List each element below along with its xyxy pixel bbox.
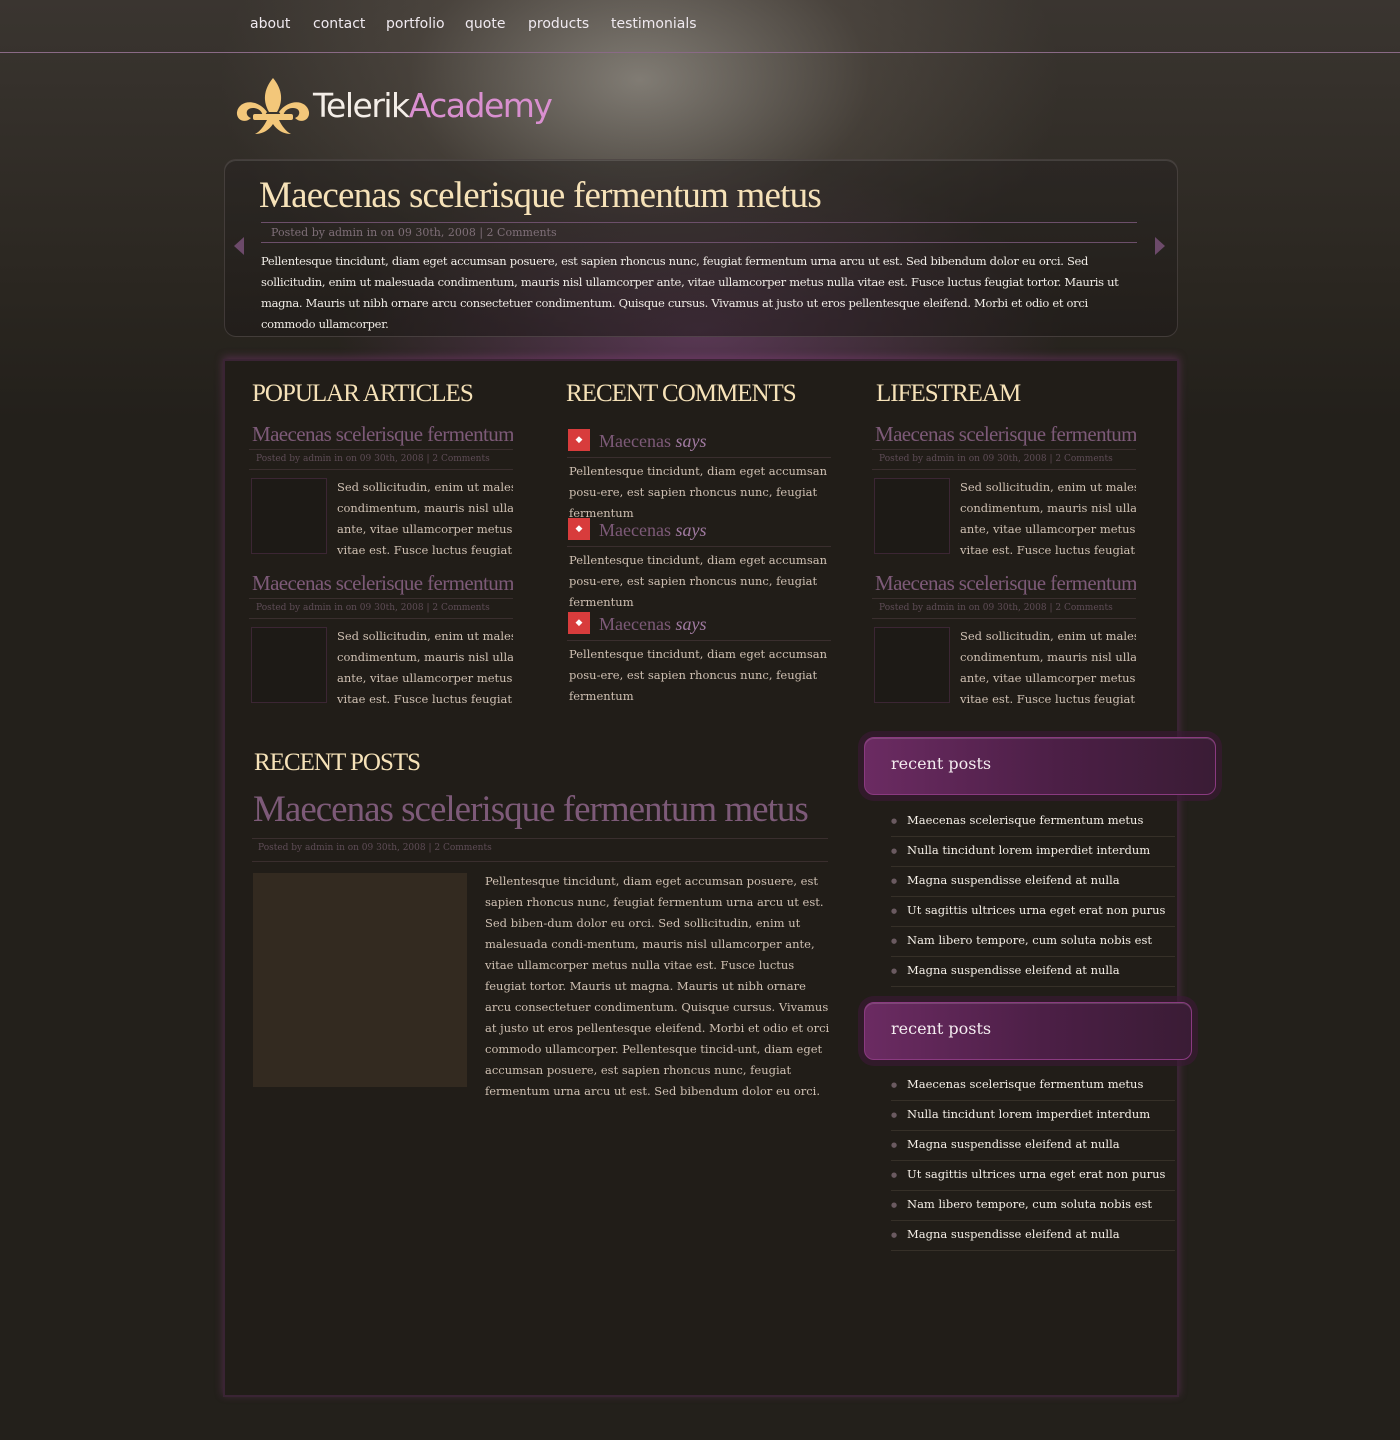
article-thumbnail[interactable] (874, 478, 950, 554)
widget-header: recent posts (864, 1002, 1192, 1060)
article-title[interactable]: Maecenas scelerisque fermentum metus (875, 422, 1136, 447)
article-excerpt: Sed sollicitudin, enim ut malesuada cond… (960, 629, 1136, 706)
widget-header: recent posts (864, 737, 1216, 795)
featured-body: Pellentesque tincidunt, diam eget accums… (261, 254, 1119, 331)
article-item: Maecenas scelerisque fermentum metus Pos… (249, 571, 513, 720)
slider-prev-icon[interactable] (234, 237, 244, 255)
recent-post-image[interactable] (253, 873, 467, 1087)
bullet-icon: ● (891, 817, 898, 825)
article-title[interactable]: Maecenas scelerisque fermentum metus (875, 571, 1136, 596)
lifestream-heading: LIFESTREAM (876, 380, 1021, 407)
bullet-icon: ● (891, 847, 898, 855)
recent-comments-heading: RECENT COMMENTS (566, 380, 797, 407)
fleur-de-lis-icon (236, 78, 310, 134)
article-excerpt: Sed sollicitudin, enim ut malesuada cond… (337, 480, 513, 557)
article-excerpt: Sed sollicitudin, enim ut malesuada cond… (960, 480, 1136, 557)
lifestream-list: Maecenas scelerisque fermentum metus Pos… (872, 422, 1136, 720)
list-item[interactable]: ● Magna suspendisse eleifend at nulla (891, 957, 1175, 987)
nav-contact[interactable]: contact (313, 16, 365, 32)
slider-next-icon[interactable] (1155, 237, 1165, 255)
article-item: Maecenas scelerisque fermentum metus Pos… (249, 422, 513, 571)
article-thumbnail[interactable] (874, 627, 950, 703)
popular-articles-heading: POPULAR ARTICLES (252, 380, 474, 407)
comment-author[interactable]: Maecenas says (599, 431, 706, 452)
comment-icon: ◆ (568, 429, 590, 451)
recent-post-title[interactable]: Maecenas scelerisque fermentum metus (253, 788, 809, 831)
bullet-icon: ● (891, 937, 898, 945)
bullet-icon: ● (891, 907, 898, 915)
article-meta: Posted by admin in on 09 30th, 2008 | 2 … (879, 454, 1113, 464)
nav-about[interactable]: about (250, 16, 290, 32)
widget-list: ● Maecenas scelerisque fermentum metus ● N… (891, 807, 1175, 987)
list-item[interactable]: ● Nam libero tempore, cum soluta nobis es… (891, 927, 1175, 957)
divider (261, 242, 1137, 243)
comment-item: ◆ Maecenas says Pellentesque tincidunt, … (567, 429, 837, 520)
nav-products[interactable]: products (528, 16, 589, 32)
comment-text: Pellentesque tincidunt, diam eget accums… (569, 464, 828, 520)
recent-posts-heading: RECENT POSTS (254, 749, 421, 776)
list-item[interactable]: ● Magna suspendisse eleifend at nulla (891, 867, 1175, 897)
article-thumbnail[interactable] (251, 627, 327, 703)
list-item[interactable]: ● Magna suspendisse eleifend at nulla (891, 1131, 1175, 1161)
article-meta: Posted by admin in on 09 30th, 2008 | 2 … (256, 454, 490, 464)
recent-comments-list: ◆ Maecenas says Pellentesque tincidunt, … (567, 429, 837, 701)
list-item[interactable]: ● Maecenas scelerisque fermentum metus (891, 1071, 1175, 1101)
bullet-icon: ● (891, 877, 898, 885)
bullet-icon: ● (891, 1111, 898, 1119)
recent-post-body: Pellentesque tincidunt, diam eget accums… (485, 874, 830, 1098)
list-item[interactable]: ● Ut sagittis ultrices urna eget erat non… (891, 1161, 1175, 1191)
comment-author[interactable]: Maecenas says (599, 614, 706, 635)
list-item[interactable]: ● Ut sagittis ultrices urna eget erat non… (891, 897, 1175, 927)
article-excerpt: Sed sollicitudin, enim ut malesuada cond… (337, 629, 513, 706)
article-title[interactable]: Maecenas scelerisque fermentum metus (252, 422, 513, 447)
comment-author[interactable]: Maecenas says (599, 520, 706, 541)
list-item[interactable]: ● Magna suspendisse eleifend at nulla (891, 1221, 1175, 1251)
article-item: Maecenas scelerisque fermentum metus Pos… (872, 422, 1136, 571)
comment-text: Pellentesque tincidunt, diam eget accums… (569, 553, 828, 609)
bullet-icon: ● (891, 1081, 898, 1089)
list-item[interactable]: ● Nam libero tempore, cum soluta nobis es… (891, 1191, 1175, 1221)
comment-item: ◆ Maecenas says Pellentesque tincidunt, … (567, 518, 837, 609)
article-item: Maecenas scelerisque fermentum metus Pos… (872, 571, 1136, 720)
bullet-icon: ● (891, 1171, 898, 1179)
popular-articles-list: Maecenas scelerisque fermentum metus Pos… (249, 422, 513, 720)
nav-quote[interactable]: quote (465, 16, 505, 32)
featured-meta: Posted by admin in on 09 30th, 2008 | 2 … (271, 226, 557, 239)
divider (261, 222, 1137, 223)
top-nav: about contact portfolio quote products t… (0, 0, 1400, 53)
widget-title: recent posts (891, 1019, 992, 1038)
featured-post: Maecenas scelerisque fermentum metus Pos… (224, 159, 1178, 337)
list-item[interactable]: ● Nulla tincidunt lorem imperdiet interdu… (891, 837, 1175, 867)
list-item[interactable]: ● Maecenas scelerisque fermentum metus (891, 807, 1175, 837)
bullet-icon: ● (891, 1231, 898, 1239)
list-item[interactable]: ● Nulla tincidunt lorem imperdiet interdu… (891, 1101, 1175, 1131)
nav-testimonials[interactable]: testimonials (611, 16, 697, 32)
comment-icon: ◆ (568, 518, 590, 540)
article-title[interactable]: Maecenas scelerisque fermentum metus (252, 571, 513, 596)
article-thumbnail[interactable] (251, 478, 327, 554)
bullet-icon: ● (891, 1141, 898, 1149)
featured-title[interactable]: Maecenas scelerisque fermentum metus (259, 174, 822, 217)
comment-text: Pellentesque tincidunt, diam eget accums… (569, 647, 828, 701)
widget-title: recent posts (891, 754, 992, 773)
bullet-icon: ● (891, 1201, 898, 1209)
nav-portfolio[interactable]: portfolio (386, 16, 445, 32)
recent-post-meta: Posted by admin in on 09 30th, 2008 | 2 … (258, 843, 492, 853)
logo-text: TelerikAcademy (313, 86, 553, 125)
comment-item: ◆ Maecenas says Pellentesque tincidunt, … (567, 612, 837, 701)
widget-list: ● Maecenas scelerisque fermentum metus ● N… (891, 1071, 1175, 1251)
comment-icon: ◆ (568, 612, 590, 634)
article-meta: Posted by admin in on 09 30th, 2008 | 2 … (256, 603, 490, 613)
bullet-icon: ● (891, 967, 898, 975)
article-meta: Posted by admin in on 09 30th, 2008 | 2 … (879, 603, 1113, 613)
